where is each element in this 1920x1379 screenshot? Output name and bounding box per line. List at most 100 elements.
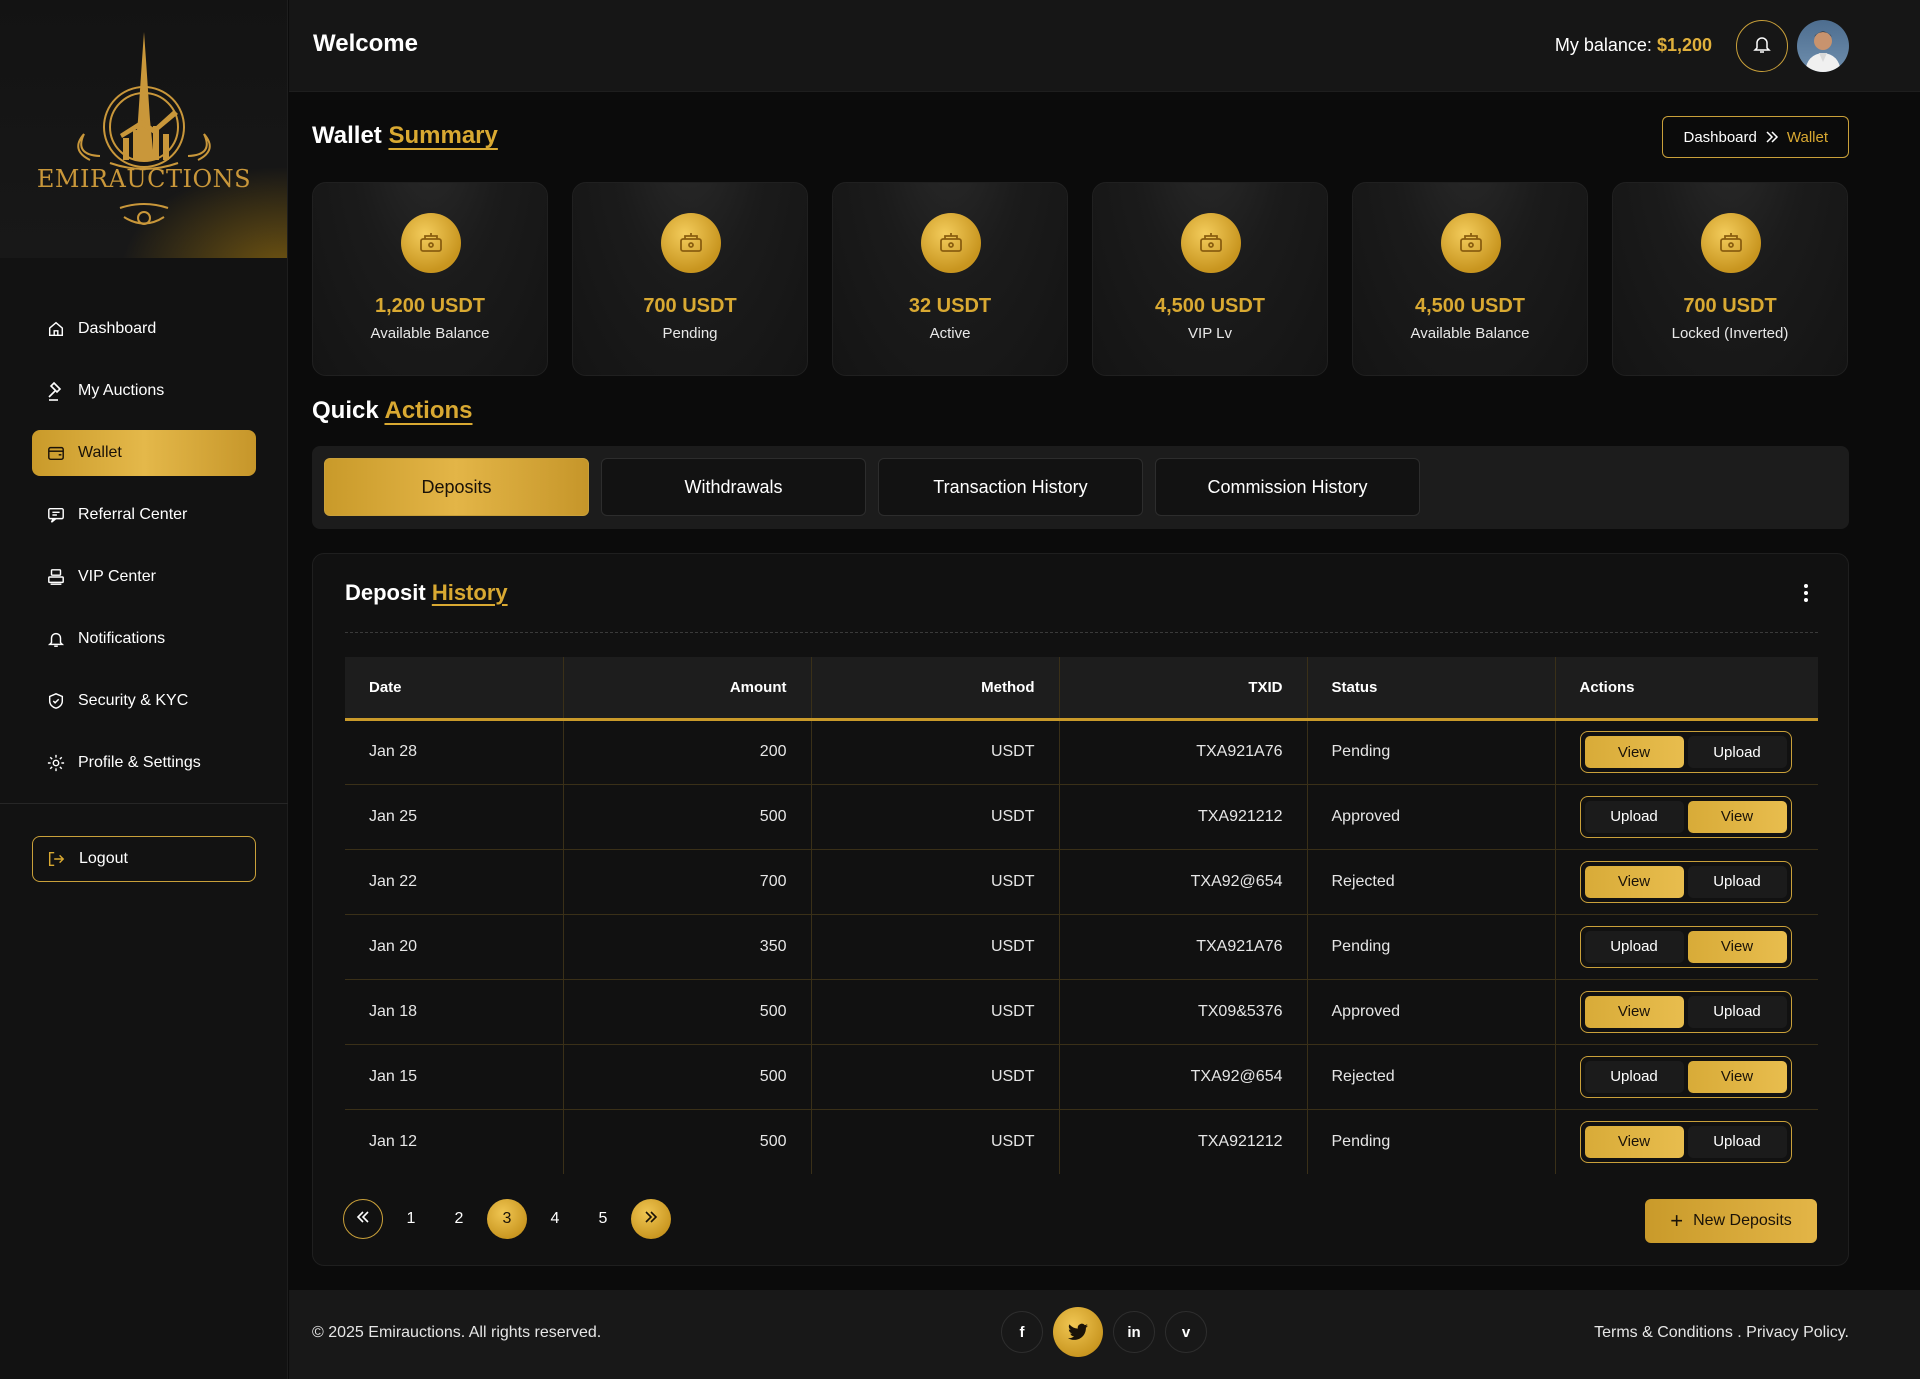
summary-card: 700 USDT Locked (Inverted) bbox=[1612, 182, 1848, 376]
linkedin-icon[interactable]: in bbox=[1113, 1311, 1155, 1353]
cell-actions: View Upload bbox=[1555, 979, 1818, 1045]
upload-button[interactable]: Upload bbox=[1687, 865, 1787, 898]
upload-button[interactable]: Upload bbox=[1687, 1125, 1787, 1158]
tab-deposits[interactable]: Deposits bbox=[324, 458, 589, 516]
logout-icon bbox=[47, 849, 67, 869]
bell-icon bbox=[1752, 34, 1772, 59]
more-options-icon[interactable] bbox=[1802, 582, 1810, 604]
quick-actions-title: Quick Actions bbox=[312, 397, 473, 425]
cell-actions: Upload View bbox=[1555, 1044, 1818, 1110]
summary-card: 700 USDT Pending bbox=[572, 182, 808, 376]
legal-links[interactable]: Terms & Conditions . Privacy Policy. bbox=[1594, 1324, 1849, 1342]
cell-status: Rejected bbox=[1307, 1044, 1556, 1110]
row-actions: View Upload bbox=[1579, 860, 1792, 903]
row-actions: View Upload bbox=[1579, 731, 1792, 773]
view-button[interactable]: View bbox=[1687, 930, 1787, 963]
sidebar-item-notifications[interactable]: Notifications bbox=[32, 616, 256, 662]
upload-button[interactable]: Upload bbox=[1584, 800, 1684, 833]
cell-method: USDT bbox=[811, 784, 1060, 850]
sidebar-item-vip-center[interactable]: VIP Center bbox=[32, 554, 256, 600]
sidebar-item-label: Dashboard bbox=[78, 320, 157, 337]
column-header-txid[interactable]: TXID bbox=[1059, 657, 1308, 721]
page-button-1[interactable]: 1 bbox=[391, 1199, 431, 1239]
wallet-summary-title: Wallet Summary bbox=[312, 122, 498, 150]
wallet-coin-icon bbox=[1441, 213, 1501, 273]
cell-date: Jan 15 bbox=[345, 1044, 564, 1110]
page-button-2[interactable]: 2 bbox=[439, 1199, 479, 1239]
avatar[interactable] bbox=[1797, 20, 1849, 72]
deposit-history-panel: Deposit History Date Amount Method TXID … bbox=[312, 553, 1849, 1266]
wallet-coin-icon bbox=[921, 213, 981, 273]
sidebar-item-profile-settings[interactable]: Profile & Settings bbox=[32, 740, 256, 786]
card-value: 32 USDT bbox=[908, 295, 992, 317]
view-button[interactable]: View bbox=[1687, 1060, 1787, 1093]
double-chevron-right-icon bbox=[1765, 130, 1779, 144]
sidebar-item-referral-center[interactable]: Referral Center bbox=[32, 492, 256, 538]
twitter-icon[interactable] bbox=[1053, 1307, 1103, 1357]
page-button-4[interactable]: 4 bbox=[535, 1199, 575, 1239]
new-deposit-button[interactable]: + New Deposits bbox=[1645, 1199, 1817, 1243]
balance-label: My balance: bbox=[1554, 35, 1652, 55]
sidebar-item-my-auctions[interactable]: My Auctions bbox=[32, 368, 256, 414]
facebook-icon[interactable]: f bbox=[1001, 1311, 1043, 1353]
view-button[interactable]: View bbox=[1584, 865, 1684, 898]
gavel-icon bbox=[46, 381, 66, 401]
cell-actions: View Upload bbox=[1555, 719, 1818, 785]
column-header-status[interactable]: Status bbox=[1307, 657, 1556, 721]
card-value: 700 USDT bbox=[643, 295, 737, 317]
view-button[interactable]: View bbox=[1687, 800, 1787, 833]
cell-amount: 500 bbox=[563, 1109, 812, 1174]
notifications-button[interactable] bbox=[1736, 20, 1788, 72]
cell-status: Pending bbox=[1307, 1109, 1556, 1174]
column-header-date[interactable]: Date bbox=[345, 657, 564, 721]
upload-button[interactable]: Upload bbox=[1584, 1060, 1684, 1093]
cell-method: USDT bbox=[811, 979, 1060, 1045]
upload-button[interactable]: Upload bbox=[1584, 930, 1684, 963]
sidebar-item-label: Wallet bbox=[78, 444, 122, 461]
double-chevron-right-icon bbox=[643, 1209, 659, 1230]
tab-transaction-history[interactable]: Transaction History bbox=[878, 458, 1143, 516]
breadcrumb-dashboard[interactable]: Dashboard bbox=[1683, 129, 1756, 146]
column-header-amount[interactable]: Amount bbox=[563, 657, 812, 721]
logout-button[interactable]: Logout bbox=[32, 836, 256, 882]
prev-page-button[interactable] bbox=[343, 1199, 383, 1239]
divider bbox=[345, 632, 1818, 633]
brand-logo[interactable]: EMIRAUCTIONS bbox=[0, 0, 287, 258]
page-button-5[interactable]: 5 bbox=[583, 1199, 623, 1239]
row-actions: View Upload bbox=[1579, 1120, 1792, 1163]
table-row: Jan 25 500 USDT TXA921212 Approved Uploa… bbox=[345, 784, 1818, 850]
table-row: Jan 12 500 USDT TXA921212 Pending View Up… bbox=[345, 1109, 1818, 1174]
summary-cards: 1,200 USDT Available Balance 700 USDT Pe… bbox=[312, 182, 1848, 376]
social-links: f in v bbox=[1001, 1307, 1207, 1357]
sidebar-item-wallet[interactable]: Wallet bbox=[32, 430, 256, 476]
plus-icon: + bbox=[1670, 1208, 1684, 1233]
table-row: Jan 28 200 USDT TXA921A76 Pending View Up… bbox=[345, 719, 1818, 785]
sidebar-item-dashboard[interactable]: Dashboard bbox=[32, 306, 256, 352]
sidebar-item-label: Referral Center bbox=[78, 506, 188, 523]
page-button-3-current[interactable]: 3 bbox=[487, 1199, 527, 1239]
sidebar: EMIRAUCTIONS Dashboard My Auctions Walle… bbox=[0, 0, 288, 1379]
view-button[interactable]: View bbox=[1584, 1125, 1684, 1158]
cell-date: Jan 28 bbox=[345, 719, 564, 785]
tab-withdrawals[interactable]: Withdrawals bbox=[601, 458, 866, 516]
tab-commission-history[interactable]: Commission History bbox=[1155, 458, 1420, 516]
card-value: 4,500 USDT bbox=[1154, 295, 1266, 317]
summary-card: 1,200 USDT Available Balance bbox=[312, 182, 548, 376]
double-chevron-left-icon bbox=[355, 1209, 371, 1230]
next-page-button[interactable] bbox=[631, 1199, 671, 1239]
shield-icon bbox=[46, 691, 66, 711]
view-button[interactable]: View bbox=[1584, 736, 1684, 768]
table-row: Jan 18 500 USDT TX09&5376 Approved View U… bbox=[345, 979, 1818, 1045]
column-header-method[interactable]: Method bbox=[811, 657, 1060, 721]
wallet-coin-icon bbox=[401, 213, 461, 273]
balance-display: My balance: $1,200 bbox=[1555, 35, 1712, 56]
vimeo-icon[interactable]: v bbox=[1165, 1311, 1207, 1353]
view-button[interactable]: View bbox=[1584, 995, 1684, 1028]
table-row: Jan 22 700 USDT TXA92@654 Rejected View U… bbox=[345, 849, 1818, 915]
card-label: Locked (Inverted) bbox=[1671, 325, 1789, 342]
table-row: Jan 15 500 USDT TXA92@654 Rejected Uploa… bbox=[345, 1044, 1818, 1110]
upload-button[interactable]: Upload bbox=[1687, 736, 1787, 768]
upload-button[interactable]: Upload bbox=[1687, 995, 1787, 1028]
sidebar-item-security-kyc[interactable]: Security & KYC bbox=[32, 678, 256, 724]
pagination: 1 2 3 4 5 bbox=[343, 1199, 675, 1239]
